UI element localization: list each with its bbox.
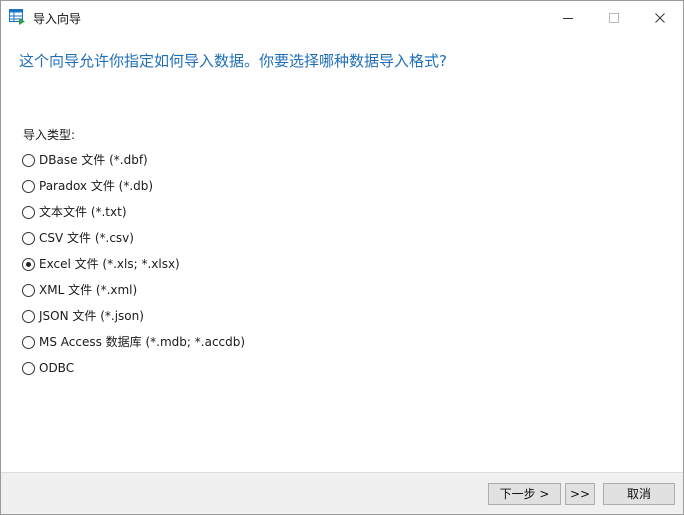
maximize-button[interactable]	[591, 1, 637, 33]
wizard-question: 这个向导允许你指定如何导入数据。你要选择哪种数据导入格式?	[19, 52, 447, 70]
radio-label[interactable]: DBase 文件 (*.dbf)	[39, 152, 148, 168]
window-title: 导入向导	[33, 12, 82, 26]
close-icon	[655, 13, 665, 23]
radio-json[interactable]: JSON 文件 (*.json)	[22, 308, 245, 334]
radio-label[interactable]: JSON 文件 (*.json)	[39, 308, 144, 324]
radio-label[interactable]: MS Access 数据库 (*.mdb; *.accdb)	[39, 334, 245, 350]
wizard-footer: 下一步 > >> 取消	[1, 472, 683, 514]
radio-label[interactable]: CSV 文件 (*.csv)	[39, 230, 134, 246]
radio-button-selected[interactable]	[22, 258, 35, 271]
radio-label[interactable]: Paradox 文件 (*.db)	[39, 178, 153, 194]
radio-csv[interactable]: CSV 文件 (*.csv)	[22, 230, 245, 256]
import-type-radio-group: DBase 文件 (*.dbf) Paradox 文件 (*.db) 文本文件 …	[22, 152, 245, 386]
maximize-icon	[609, 13, 619, 23]
radio-odbc[interactable]: ODBC	[22, 360, 245, 386]
radio-paradox[interactable]: Paradox 文件 (*.db)	[22, 178, 245, 204]
radio-text[interactable]: 文本文件 (*.txt)	[22, 204, 245, 230]
radio-label[interactable]: Excel 文件 (*.xls; *.xlsx)	[39, 256, 180, 272]
radio-button[interactable]	[22, 206, 35, 219]
radio-button[interactable]	[22, 154, 35, 167]
next-step-button[interactable]: 下一步 >	[488, 483, 561, 505]
radio-label[interactable]: 文本文件 (*.txt)	[39, 204, 127, 220]
radio-button[interactable]	[22, 180, 35, 193]
radio-dbase[interactable]: DBase 文件 (*.dbf)	[22, 152, 245, 178]
import-type-label: 导入类型:	[23, 128, 76, 142]
radio-button[interactable]	[22, 336, 35, 349]
radio-button[interactable]	[22, 232, 35, 245]
cancel-button[interactable]: 取消	[603, 483, 675, 505]
radio-label[interactable]: ODBC	[39, 360, 74, 376]
radio-xml[interactable]: XML 文件 (*.xml)	[22, 282, 245, 308]
title-bar[interactable]: 导入向导	[1, 1, 683, 33]
radio-button[interactable]	[22, 362, 35, 375]
radio-button[interactable]	[22, 284, 35, 297]
minimize-icon	[563, 18, 573, 19]
radio-label[interactable]: XML 文件 (*.xml)	[39, 282, 137, 298]
minimize-button[interactable]	[545, 1, 591, 33]
import-wizard-icon	[9, 9, 26, 25]
skip-to-last-button[interactable]: >>	[565, 483, 595, 505]
close-button[interactable]	[637, 1, 683, 33]
import-wizard-window: 导入向导 这个向导允许你指定如何导入数据。你要选择哪种数据导入格式? 导入类型:…	[0, 0, 684, 515]
radio-button[interactable]	[22, 310, 35, 323]
radio-excel[interactable]: Excel 文件 (*.xls; *.xlsx)	[22, 256, 245, 282]
radio-ms-access[interactable]: MS Access 数据库 (*.mdb; *.accdb)	[22, 334, 245, 360]
